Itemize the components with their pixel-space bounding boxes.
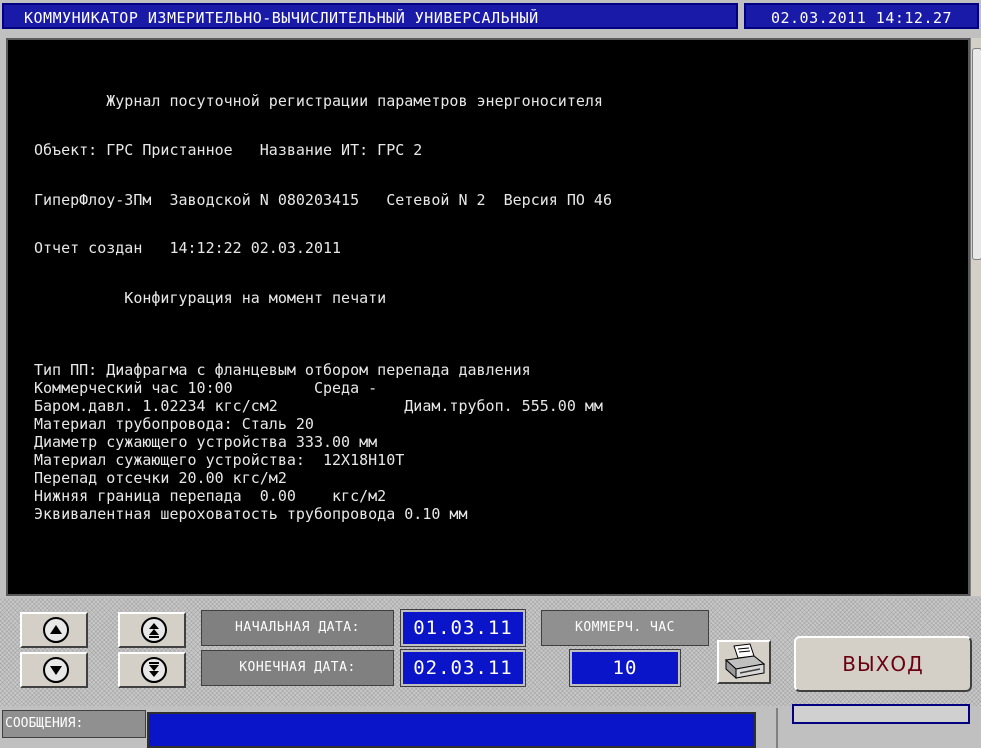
report-line: Тип ПП: Диафрагма с фланцевым отбором пе… xyxy=(34,361,531,379)
report-config-heading: Конфигурация на момент печати xyxy=(34,289,387,307)
commercial-hour-field[interactable]: 10 xyxy=(569,649,681,687)
report-line: Материал сужающего устройства: 12Х18Н10Т xyxy=(34,451,405,469)
report-line: Диаметр сужающего устройства 333.00 мм xyxy=(34,433,378,451)
messages-field xyxy=(147,712,756,748)
double-arrow-down-icon xyxy=(141,657,167,683)
title-bar: КОММУНИКАТОР ИЗМЕРИТЕЛЬНО-ВЫЧИСЛИТЕЛЬНЫЙ… xyxy=(0,0,981,34)
report-line: Материал трубопровода: Сталь 20 xyxy=(34,415,314,433)
page-down-button[interactable] xyxy=(118,652,186,688)
printer-icon xyxy=(724,643,766,680)
current-datetime: 02.03.2011 14:12.27 xyxy=(744,3,979,29)
report-line: Эквивалентная шероховатость трубопровода… xyxy=(34,505,468,523)
print-button[interactable] xyxy=(717,640,771,684)
report-view[interactable]: Журнал посуточной регистрации параметров… xyxy=(6,38,970,596)
control-panel: НАЧАЛЬНАЯ ДАТА: 01.03.11 КОНЕЧНАЯ ДАТА: … xyxy=(0,598,981,706)
end-date-field[interactable]: 02.03.11 xyxy=(400,649,526,687)
vendor-logo xyxy=(776,704,981,748)
report-line: Нижняя граница перепада 0.00 кгс/м2 xyxy=(34,487,387,505)
report-title: Журнал посуточной регистрации параметров… xyxy=(34,92,603,110)
report-device-line: ГиперФлоу-3Пм Заводской N 080203415 Сете… xyxy=(34,191,612,209)
logo-frame xyxy=(792,704,970,724)
messages-bar: СООБЩЕНИЯ: xyxy=(0,704,981,748)
app-title: КОММУНИКАТОР ИЗМЕРИТЕЛЬНО-ВЫЧИСЛИТЕЛЬНЫЙ… xyxy=(2,3,738,29)
report-created-line: Отчет создан 14:12:22 02.03.2011 xyxy=(34,239,342,257)
exit-button[interactable]: ВЫХОД xyxy=(794,636,972,692)
scroll-down-button[interactable] xyxy=(20,652,88,688)
report-line: Перепад отсечки 20.00 кгс/м2 xyxy=(34,469,287,487)
page-up-button[interactable] xyxy=(118,612,186,648)
scrollbar-thumb[interactable] xyxy=(972,48,981,260)
end-date-label: КОНЕЧНАЯ ДАТА: xyxy=(201,650,394,686)
report-line: Баром.давл. 1.02234 кгс/см2 Диам.трубоп.… xyxy=(34,397,603,415)
scroll-up-button[interactable] xyxy=(20,612,88,648)
commercial-hour-label: КОММЕРЧ. ЧАС xyxy=(541,610,709,646)
report-object-line: Объект: ГРС Пристанное Название ИТ: ГРС … xyxy=(34,141,423,159)
arrow-down-icon xyxy=(43,657,69,683)
messages-label: СООБЩЕНИЯ: xyxy=(2,710,146,738)
double-arrow-up-icon xyxy=(141,617,167,643)
report-scrollbar[interactable] xyxy=(970,38,981,596)
arrow-up-icon xyxy=(43,617,69,643)
start-date-field[interactable]: 01.03.11 xyxy=(400,609,526,647)
start-date-label: НАЧАЛЬНАЯ ДАТА: xyxy=(201,610,394,646)
report-line: Коммерческий час 10:00 Среда - xyxy=(34,379,378,397)
